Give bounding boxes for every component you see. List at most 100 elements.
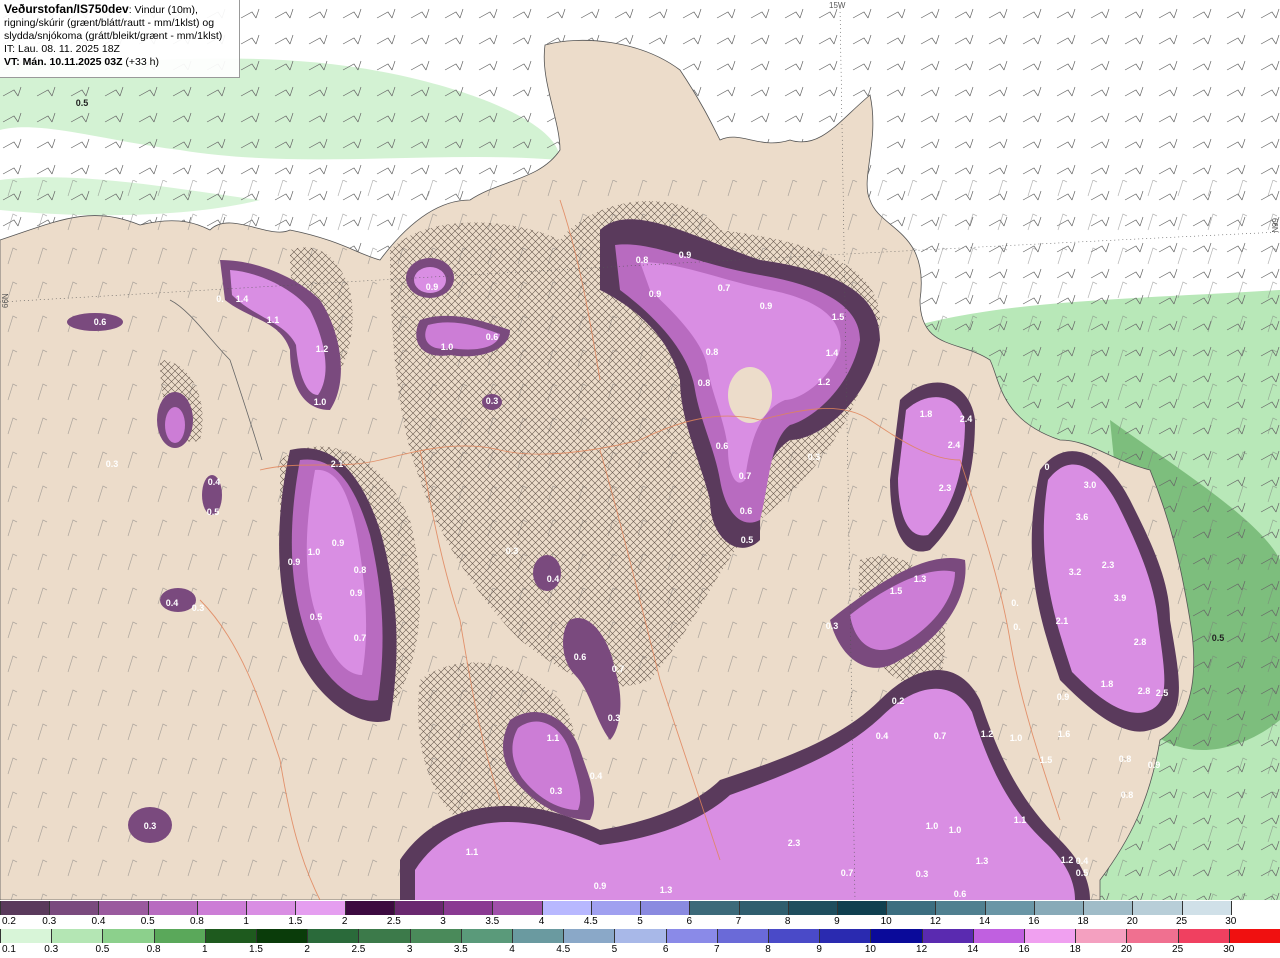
precip-value-label: 1.2 [981,729,994,739]
precip-value-label: 0.8 [1121,790,1134,800]
precip-value-label: 0.4 [590,771,603,781]
precip-value-label: 1.4 [826,348,839,358]
precip-value-label: 0.5 [76,98,89,108]
colorbar-tick-label: 2 [304,944,310,955]
precip-value-label: 0.3 [486,396,499,406]
precip-value-label: 1.0 [314,397,327,407]
precip-value-label: 2.3 [788,838,801,848]
colorbar-tick-label: 25 [1172,944,1184,955]
precip-value-label: 1.3 [660,885,673,895]
precip-value-label: 0.4 [547,574,560,584]
rain-colorbar-ticks: 0.1 0.3 0.5 0.8 1 1.5 2 2.5 3 3.5 4 4.5 5 6 7 8 9 10 12 14 1… [0,943,1280,958]
colorbar-cell [665,929,717,943]
colorbar-cell [738,901,788,915]
precip-value-label: 1.2 [316,344,329,354]
colorbar-cell [344,901,394,915]
colorbar-tick-label: 20 [1126,916,1138,927]
precip-value-label: 0.3 [192,603,205,613]
precip-value-label: 0.9 [679,250,692,260]
precip-value-label: 0.8 [354,565,367,575]
model-title: Veðurstofan/IS750dev [4,2,129,16]
forecast-hour: (+33 h) [122,56,159,68]
colorbar-cell [886,901,936,915]
colorbar-cell [1033,901,1084,915]
precip-value-label: 2.5 [1156,688,1169,698]
precip-value-label: 0.6 [94,317,107,327]
colorbar-cell [153,929,205,943]
precip-value-label: 0.6 [574,652,587,662]
colorbar-cell [358,929,410,943]
colorbar-cell [787,901,837,915]
colorbar-tick-label: 6 [686,916,692,927]
precip-value-label: 0.9 [649,289,662,299]
colorbar-cell [640,901,690,915]
colorbar-cell [1126,929,1178,943]
colorbar-cell [984,901,1034,915]
precip-value-label: 3.6 [1076,512,1089,522]
colorbar-tick-label: 4.5 [583,916,598,927]
colorbar-cell [921,929,973,943]
info-box: Veðurstofan/IS750dev: Vindur (10m), rign… [0,0,240,78]
valid-time: VT: Mán. 10.11.2025 03Z [4,56,123,68]
colorbar-cell [0,901,50,915]
precip-value-label: 0.4 [166,598,179,608]
precip-value-label: 0.7 [739,471,752,481]
precip-value-label: 0.7 [841,868,854,878]
colorbar-cell [541,901,591,915]
colorbar-cell [614,929,666,943]
precip-value-label: 1.6 [1058,729,1071,739]
colorbar-cell [443,901,493,915]
colorbar-cell [1228,929,1280,943]
precip-value-label: 2.3 [939,483,952,493]
colorbar-cell [870,929,922,943]
colorbar-cell [393,901,444,915]
colorbar-tick-label: 18 [1069,944,1081,955]
field-description-3: slydda/snjókoma (grátt/bleikt/grænt - mm… [4,30,223,42]
colorbar-tick-label: 1.5 [249,944,263,955]
precip-value-label: 1.5 [890,586,903,596]
snow-colorbar [0,901,1280,915]
colorbar-tick-label: 14 [967,944,979,955]
colorbar-cell [0,929,52,943]
precip-value-label: 0.9 [288,557,301,567]
precip-value-label: 0.3 [550,786,563,796]
precip-value-label: 0.3 [608,713,621,723]
init-time: IT: Lau. 08. 11. 2025 18Z [4,43,120,55]
colorbar-cell [98,901,148,915]
colorbar-tick-label: 2.5 [351,944,366,955]
precip-value-label: 0.2 [892,696,905,706]
colorbar-tick-label: 2 [341,916,348,927]
precip-value-label: 3.0 [1084,480,1097,490]
precip-value-label: 0.3 [506,546,519,556]
precip-value-label: 1.1 [466,847,479,857]
precip-value-label: 2.4 [948,440,961,450]
precip-value-label: 0.8 [706,347,719,357]
colorbar-tick-label: 5 [637,916,643,927]
precip-value-label: 0.9 [760,301,773,311]
precip-value-label: 1.0 [926,821,939,831]
precip-value-label: 2.1 [1056,616,1069,626]
precip-value-label: 1.5 [1040,755,1053,765]
precip-value-label: 0.9 [1057,692,1070,702]
colorbar-tick-label: 30 [1225,916,1237,927]
colorbar-tick-label: 4.5 [556,944,571,955]
colorbar-tick-label: 0.5 [95,944,110,955]
colorbar-tick-label: 0.5 [140,916,155,927]
precip-value-label: 0.5 [1076,868,1089,878]
colorbar-cell [307,929,359,943]
precip-value-label: 0.5 [741,535,754,545]
precip-value-label: 0. [216,294,224,304]
precip-value-label: 0.9 [1148,760,1161,770]
colorbar-tick-label: 3 [406,944,413,955]
precip-value-label: 0.6 [954,889,967,899]
precip-value-label: 3.2 [1069,567,1082,577]
precip-value-label: 0.3 [144,821,157,831]
precip-value-label: 2.8 [1134,637,1147,647]
colorbar-tick-label: 16 [1028,916,1040,927]
grid-label-66n-right: 66N [1270,218,1279,233]
colorbar-tick-label: 1.5 [288,916,303,927]
precip-value-label: 1.8 [1101,679,1114,689]
colorbar-tick-label: 10 [864,944,876,955]
colorbar-tick-label: 18 [1077,916,1089,927]
precip-value-label: 0 [1044,462,1049,472]
